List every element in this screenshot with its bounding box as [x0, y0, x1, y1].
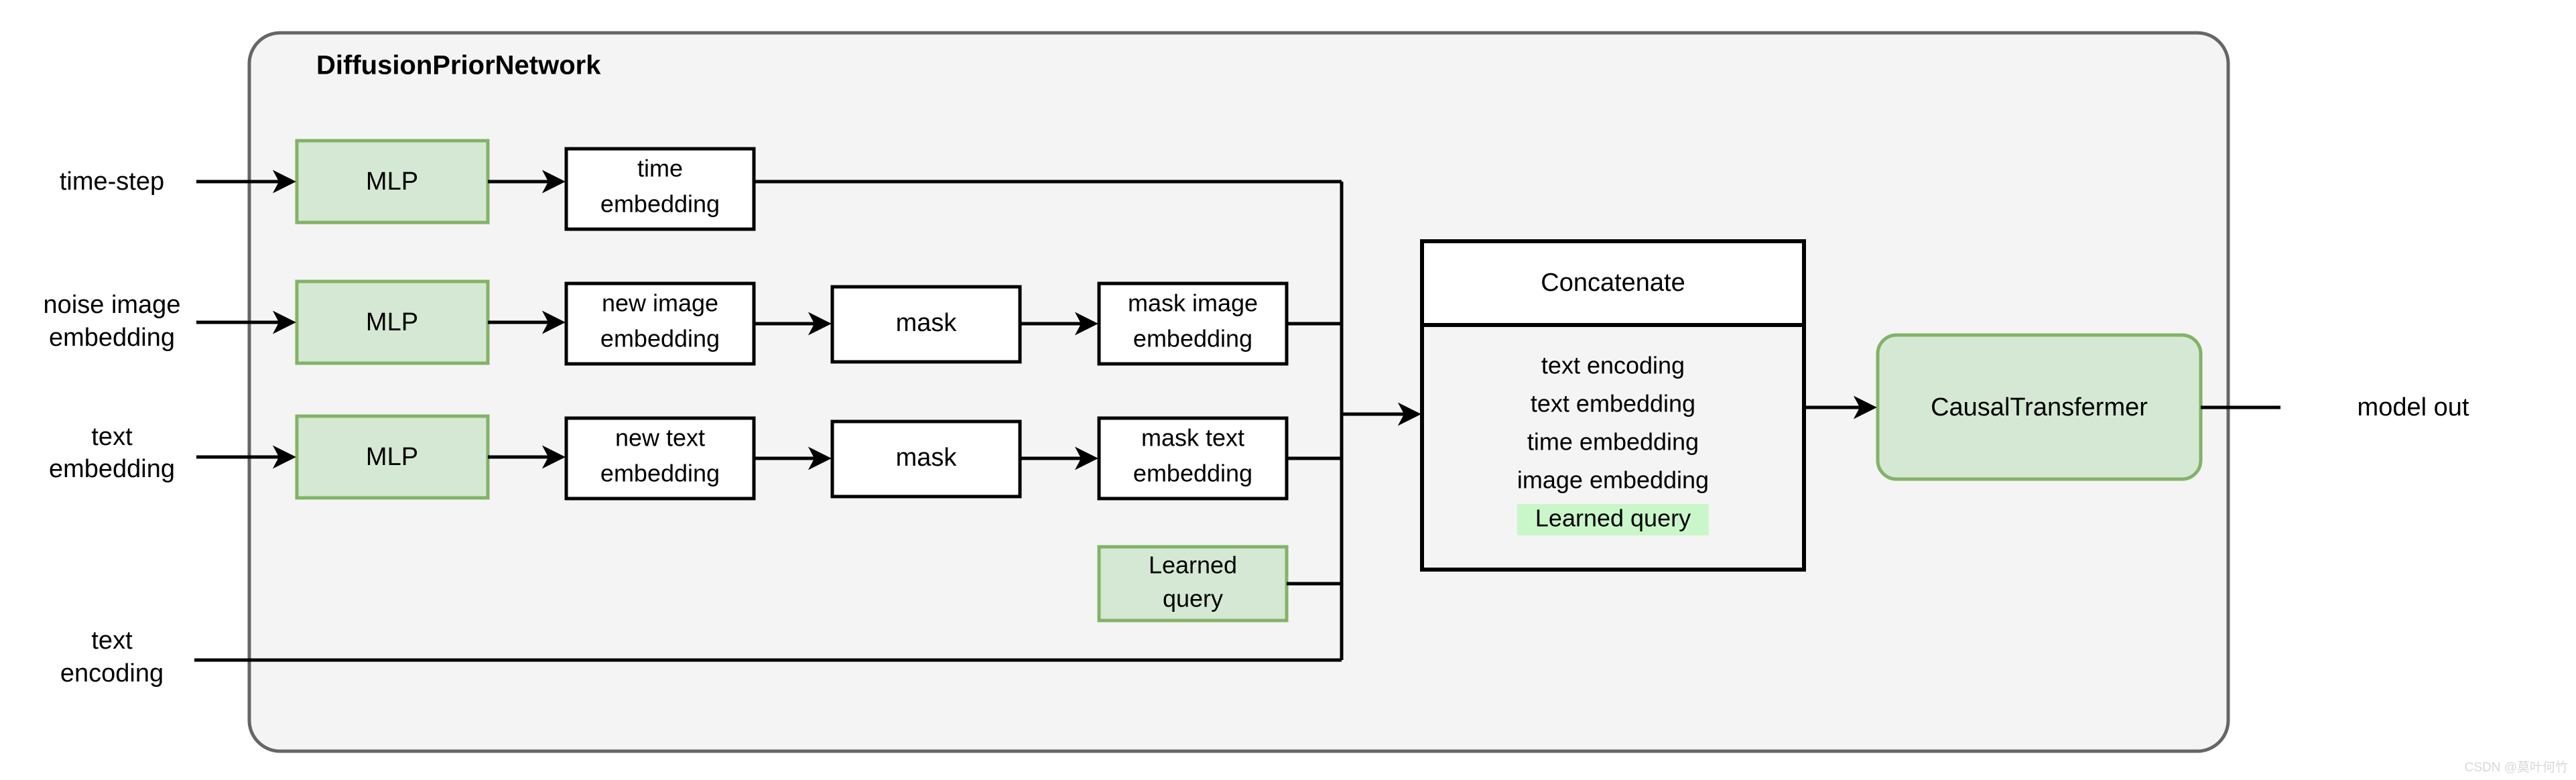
- input-text-embedding-line2: embedding: [49, 455, 175, 483]
- concat-item-0: text encoding: [1541, 352, 1685, 379]
- time-embedding-line2: embedding: [600, 190, 720, 218]
- mask-text-embedding-line1: mask text: [1141, 424, 1244, 452]
- concat-item-1: text embedding: [1531, 390, 1695, 417]
- input-text-encoding-line1: text: [91, 627, 133, 655]
- input-text-encoding-line2: encoding: [60, 659, 164, 688]
- new-text-embedding-line2: embedding: [600, 460, 720, 487]
- concat-item-4: Learned query: [1535, 505, 1691, 532]
- mlp-image-label: MLP: [366, 308, 418, 336]
- input-text-embedding-line1: text: [91, 423, 133, 451]
- concatenate-header-label: Concatenate: [1541, 269, 1685, 297]
- learned-query-line2: query: [1163, 585, 1223, 612]
- mask-image-label: mask: [896, 309, 958, 337]
- diagram-canvas: DiffusionPriorNetwork time-step noise im…: [0, 0, 2576, 780]
- mlp-text-label: MLP: [366, 443, 418, 471]
- causal-transformer-label: CausalTransfermer: [1931, 393, 2148, 421]
- new-image-embedding-line2: embedding: [600, 325, 720, 352]
- concat-item-3: image embedding: [1517, 466, 1709, 494]
- container-title: DiffusionPriorNetwork: [316, 51, 601, 80]
- input-noise-image-embedding-line2: embedding: [49, 324, 175, 352]
- input-time-step-label: time-step: [60, 168, 164, 196]
- new-text-embedding-line1: new text: [615, 424, 705, 452]
- concat-item-2: time embedding: [1527, 428, 1699, 456]
- new-image-embedding-line1: new image: [602, 289, 718, 317]
- mask-image-embedding-line1: mask image: [1128, 289, 1258, 317]
- diffusion-prior-network-diagram: DiffusionPriorNetwork time-step noise im…: [29, 31, 2568, 775]
- mask-text-label: mask: [896, 444, 958, 472]
- input-noise-image-embedding-line1: noise image: [44, 291, 181, 319]
- mask-image-embedding-line2: embedding: [1133, 325, 1252, 352]
- mlp-time-label: MLP: [366, 168, 418, 196]
- mask-text-embedding-line2: embedding: [1133, 460, 1252, 487]
- model-out-label: model out: [2358, 393, 2469, 421]
- time-embedding-line1: time: [637, 155, 683, 182]
- watermark: CSDN @莫叶何竹: [2465, 760, 2568, 775]
- learned-query-line1: Learned: [1149, 551, 1237, 579]
